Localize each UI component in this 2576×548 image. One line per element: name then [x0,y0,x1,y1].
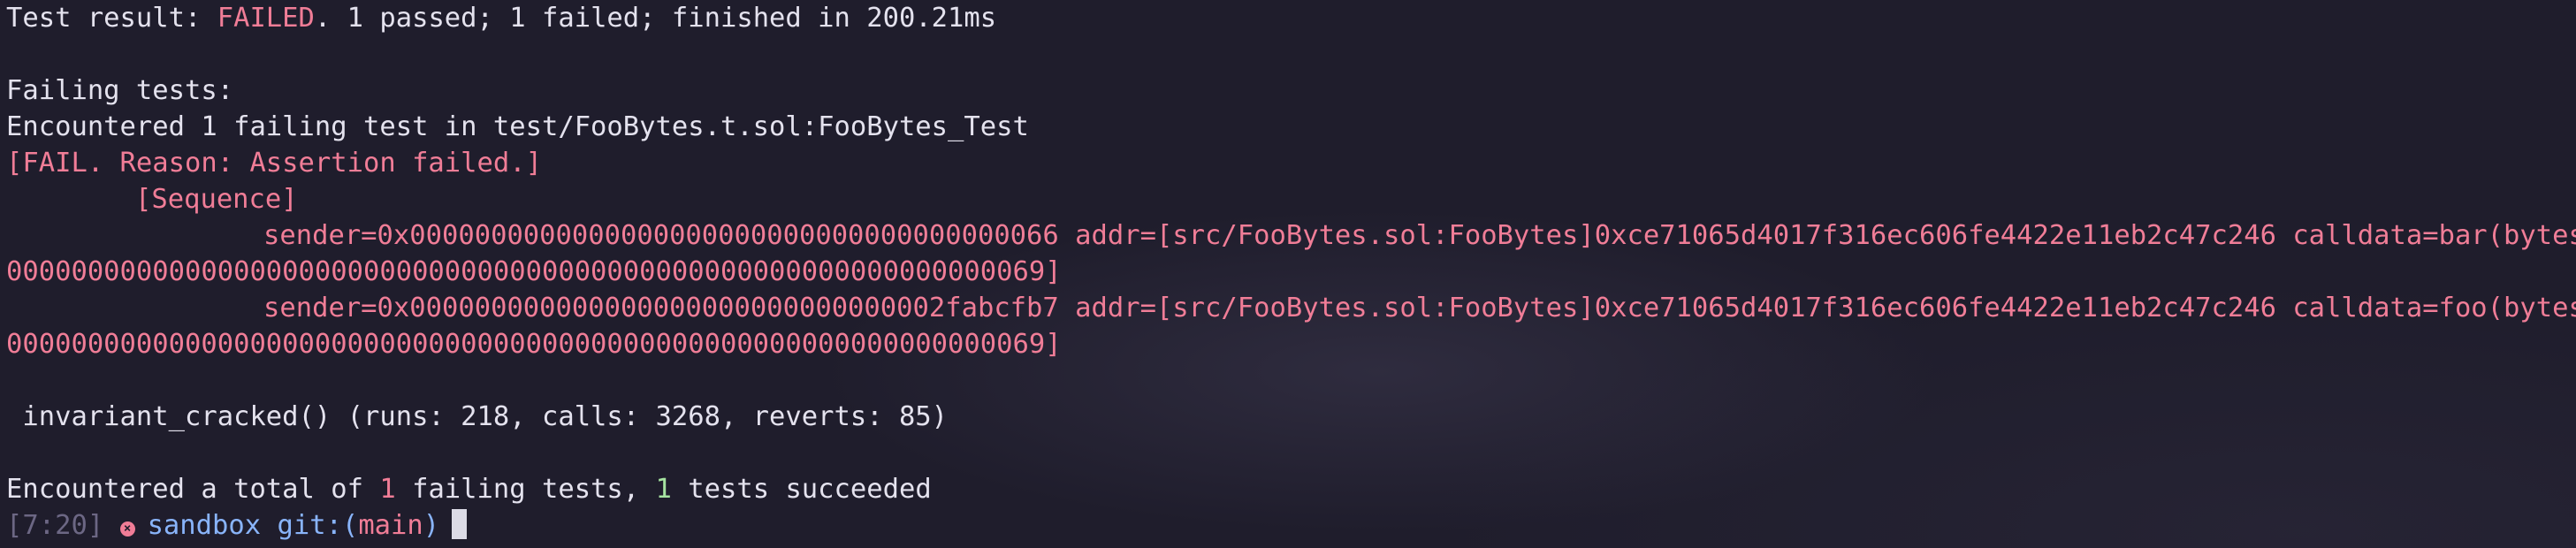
git-close: ) [423,510,440,541]
invariant-result-line: invariant_cracked() (runs: 218, calls: 3… [6,401,949,432]
total-prefix: Encountered a total of [6,474,380,505]
sequence-label: [Sequence] [135,184,298,215]
failed-count: 1 [379,474,396,505]
total-summary-line: Encountered a total of 1 failing tests, … [6,471,2576,507]
passed-count: 1 [655,474,672,505]
git-branch: main [358,510,423,541]
fail-reason-line: [FAIL. Reason: Assertion failed.] [6,148,542,179]
sequence-call-2-continued: 0000000000000000000000000000000000000000… [6,329,1062,360]
shell-prompt[interactable]: [7:20] × sandbox git:(main) [6,507,2576,544]
x-circle-icon: × [119,521,135,537]
prompt-time: [7:20] [6,510,104,541]
encountered-failing-test-line: Encountered 1 failing test in test/FooBy… [6,111,1029,142]
test-status-failed: FAILED [217,3,315,34]
test-result-prefix: Test result: [6,3,217,34]
text-cursor[interactable] [452,509,468,539]
test-result-details: . 1 passed; 1 failed; finished in 200.21… [314,3,997,34]
sequence-call-2: sender=0x0000000000000000000000000000000… [263,293,2576,323]
prompt-directory: sandbox [147,510,262,541]
sequence-call-1: sender=0x0000000000000000000000000000000… [263,220,2576,251]
terminal-output[interactable]: Test result: FAILED. 1 passed; 1 failed;… [6,0,2576,548]
total-middle: failing tests, [395,474,656,505]
failing-tests-header: Failing tests: [6,75,234,106]
test-result-line: Test result: FAILED. 1 passed; 1 failed;… [6,0,2576,36]
git-label: git:( [277,510,359,541]
total-suffix: tests succeeded [671,474,932,505]
sequence-call-1-continued: 0000000000000000000000000000000000000000… [6,256,1062,287]
